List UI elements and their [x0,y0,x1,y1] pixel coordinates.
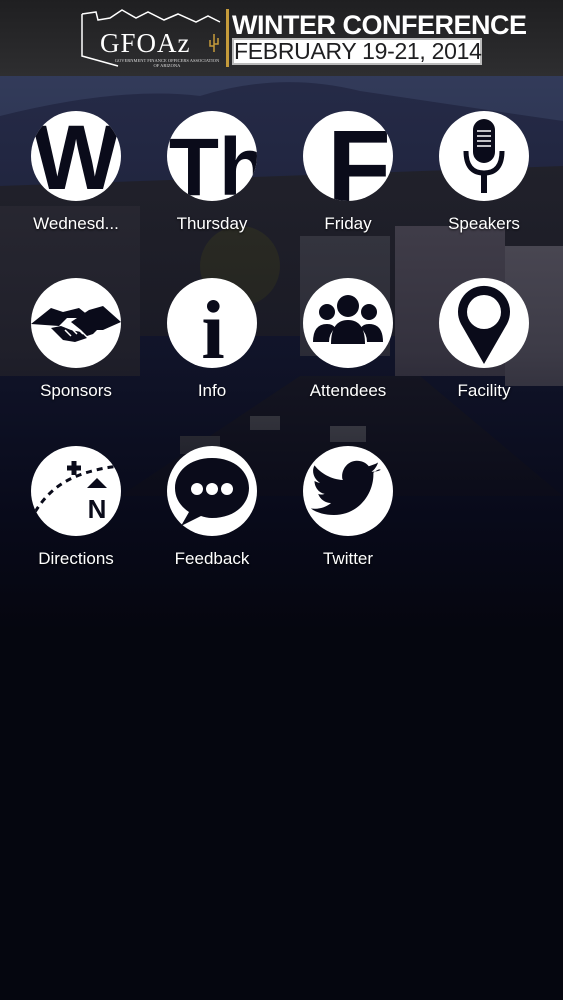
people-icon [303,278,393,368]
menu-item-label: Directions [38,549,114,568]
info-icon: i [167,278,257,368]
menu-item-label: Speakers [448,214,520,233]
menu-item-label: Attendees [309,381,387,400]
twitter-bird-icon [303,446,393,536]
menu-item-info[interactable]: i Info [152,278,272,418]
map-pin-icon [439,278,529,368]
menu-item-wednesday[interactable]: W Wednesd... [16,111,136,251]
icon-glyph: F [327,111,391,201]
menu-item-label: Wednesd... [33,214,119,233]
icon-glyph: i [201,284,224,368]
menu-item-feedback[interactable]: Feedback [152,446,272,586]
menu-item-label: Sponsors [40,381,112,400]
menu-item-twitter[interactable]: Twitter [288,446,408,586]
compass-map-icon: N [31,446,121,536]
menu-item-label: Friday [324,214,372,233]
menu-item-speakers[interactable]: Speakers [424,111,544,251]
letter-w-icon: W [31,111,121,201]
menu-item-label: Thursday [176,214,248,233]
icon-glyph: W [33,111,120,201]
menu-item-label: Facility [457,381,511,400]
speech-bubble-icon [167,446,257,536]
menu-item-thursday[interactable]: Th Thursday [152,111,272,251]
menu-grid: W Wednesd... Th Thursday F Friday Speake… [0,0,563,1000]
letter-f-icon: F [303,111,393,201]
menu-item-label: Info [197,381,227,400]
menu-item-label: Twitter [322,549,374,568]
menu-item-friday[interactable]: F Friday [288,111,408,251]
menu-item-directions[interactable]: N Directions [16,446,136,586]
handshake-icon [31,278,121,368]
letters-th-icon: Th [167,111,257,201]
menu-item-facility[interactable]: Facility [424,278,544,418]
menu-item-label: Feedback [174,549,250,568]
menu-item-attendees[interactable]: Attendees [288,278,408,418]
icon-glyph: Th [169,122,257,201]
icon-glyph: N [88,494,107,524]
menu-item-sponsors[interactable]: Sponsors [16,278,136,418]
microphone-icon [439,111,529,201]
